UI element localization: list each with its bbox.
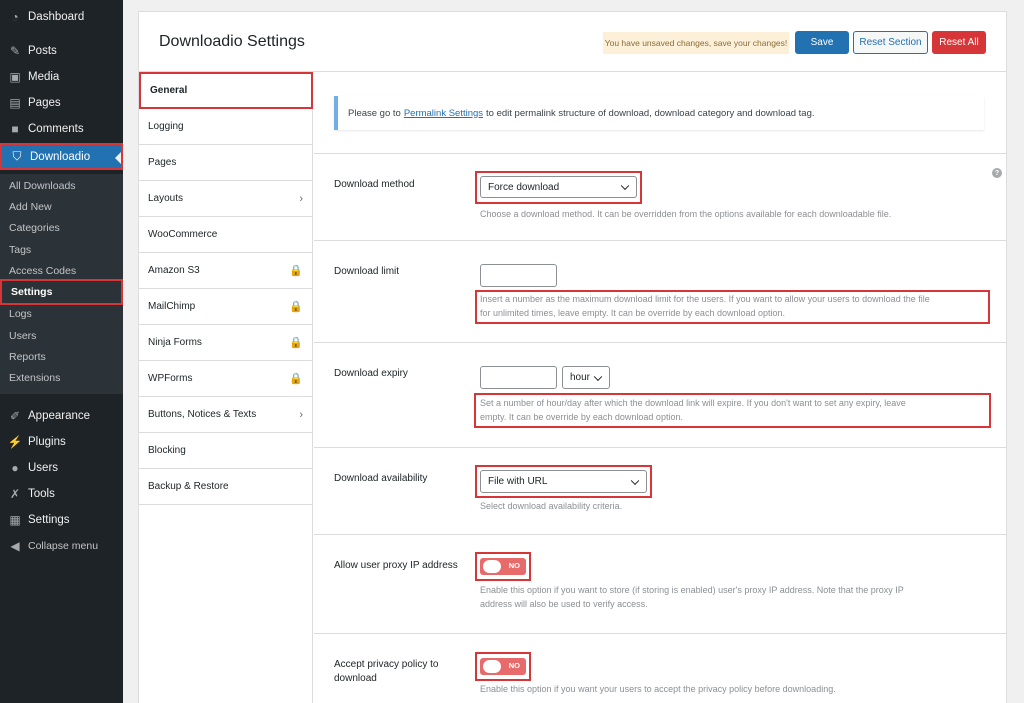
menu-users[interactable]: ● Users: [0, 455, 123, 481]
settings-panel: Downloadio Settings You have unsaved cha…: [138, 11, 1007, 703]
lock-icon: 🔒: [289, 337, 303, 349]
download-availability-desc: Select download availability criteria.: [480, 501, 623, 511]
menu-plugins[interactable]: ⚡ Plugins: [0, 429, 123, 455]
row-download-method: Download method Force download Choose a …: [314, 153, 1006, 241]
download-method-select[interactable]: Force download: [480, 176, 637, 198]
menu-appearance[interactable]: ✐ Appearance: [0, 403, 123, 429]
privacy-policy-label: Accept privacy policy to download: [334, 659, 439, 684]
toggle-knob: [483, 560, 501, 573]
expiry-unit-select[interactable]: hour: [562, 366, 610, 389]
menu-downloadio[interactable]: ⛉ Downloadio: [0, 143, 123, 170]
permalink-notice: Please go to Permalink Settings to edit pe…: [334, 96, 984, 130]
unsaved-changes-notice: You have unsaved changes, save your chan…: [603, 32, 789, 54]
settings-content: Please go to Permalink Settings to edit pe…: [314, 72, 1006, 703]
reset-section-button[interactable]: Reset Section: [853, 31, 928, 54]
lock-icon: 🔒: [289, 301, 303, 313]
submenu-extensions[interactable]: Extensions: [9, 372, 60, 384]
tab-general[interactable]: General: [139, 72, 313, 109]
proxy-ip-label: Allow user proxy IP address: [334, 560, 458, 571]
download-limit-input[interactable]: [480, 264, 557, 287]
submenu-tags[interactable]: Tags: [9, 244, 31, 256]
submenu-categories[interactable]: Categories: [9, 222, 60, 234]
tab-pages[interactable]: Pages: [139, 145, 312, 181]
collapse-icon: ◀: [10, 539, 20, 553]
user-icon: ●: [11, 461, 19, 475]
download-availability-select[interactable]: File with URL: [480, 470, 647, 493]
chevron-right-icon: ›: [299, 408, 303, 421]
privacy-policy-desc: Enable this option if you want your user…: [480, 684, 836, 694]
menu-media[interactable]: ▣ Media: [0, 64, 123, 90]
proxy-ip-desc-1: Enable this option if you want to store …: [480, 585, 904, 595]
help-icon[interactable]: ?: [992, 168, 1002, 178]
downloadio-submenu: All Downloads Add New Categories Tags Ac…: [0, 174, 123, 394]
pin-icon: ✎: [9, 44, 21, 58]
shield-icon: ⛉: [12, 149, 22, 163]
submenu-add-new[interactable]: Add New: [9, 201, 52, 213]
permalink-settings-link[interactable]: Permalink Settings: [404, 108, 483, 119]
submenu-access-codes[interactable]: Access Codes: [9, 265, 76, 277]
tab-buttons-notices-texts[interactable]: Buttons, Notices & Texts ›: [139, 397, 312, 433]
save-button[interactable]: Save: [795, 31, 849, 54]
download-limit-label: Download limit: [334, 266, 400, 277]
download-expiry-desc-1: Set a number of hour/day after which the…: [480, 398, 906, 408]
row-privacy-policy: Accept privacy policy to download NO Enab…: [314, 634, 1006, 703]
row-download-limit: Download limit Insert a number as the ma…: [314, 241, 1006, 343]
menu-pages[interactable]: ▤ Pages: [0, 90, 123, 116]
download-availability-label: Download availability: [334, 473, 428, 484]
collapse-menu[interactable]: ◀ Collapse menu: [0, 533, 123, 559]
download-method-label: Download method: [334, 179, 415, 190]
page-title: Downloadio Settings: [159, 33, 305, 50]
submenu-logs[interactable]: Logs: [9, 308, 32, 320]
chevron-right-icon: ›: [299, 192, 303, 205]
tab-ninja-forms[interactable]: Ninja Forms 🔒: [139, 325, 312, 361]
menu-settings[interactable]: ▦ Settings: [0, 507, 123, 533]
tab-backup-restore[interactable]: Backup & Restore: [139, 469, 312, 505]
download-expiry-input[interactable]: [480, 366, 557, 389]
settings-tabs: General Logging Pages Layouts › WooCommer…: [139, 72, 313, 703]
lock-icon: 🔒: [289, 265, 303, 277]
submenu-reports[interactable]: Reports: [9, 351, 46, 363]
tab-blocking[interactable]: Blocking: [139, 433, 312, 469]
row-download-availability: Download availability File with URL Sele…: [314, 448, 1006, 535]
tab-woocommerce[interactable]: WooCommerce: [139, 217, 312, 253]
tab-mailchimp[interactable]: MailChimp 🔒: [139, 289, 312, 325]
row-download-expiry: Download expiry hour Set a number of hou…: [314, 343, 1006, 448]
plug-icon: ⚡: [7, 435, 23, 449]
pages-icon: ▤: [9, 96, 21, 110]
tab-layouts[interactable]: Layouts ›: [139, 181, 312, 217]
tab-logging[interactable]: Logging: [139, 109, 312, 145]
admin-menu: ◔ Dashboard ✎ Posts ▣ Media ▤ Pages ■ Comment…: [0, 0, 123, 703]
submenu-all-downloads[interactable]: All Downloads: [9, 180, 76, 192]
tab-wpforms[interactable]: WPForms 🔒: [139, 361, 312, 397]
menu-dashboard[interactable]: ◔ Dashboard: [0, 4, 123, 30]
chevron-down-icon: [593, 372, 603, 381]
lock-icon: 🔒: [289, 373, 303, 385]
download-expiry-label: Download expiry: [334, 368, 408, 379]
comment-icon: ■: [11, 122, 19, 136]
menu-posts[interactable]: ✎ Posts: [0, 38, 123, 64]
download-limit-desc-1: Insert a number as the maximum download …: [480, 294, 930, 304]
chevron-down-icon: [630, 476, 640, 485]
settings-header: Downloadio Settings You have unsaved cha…: [139, 12, 1006, 72]
download-limit-desc-2: for unlimited times, leave empty. It can…: [480, 308, 785, 318]
chevron-down-icon: [620, 181, 630, 191]
toggle-knob: [483, 660, 501, 673]
media-icon: ▣: [9, 70, 21, 84]
menu-comments[interactable]: ■ Comments: [0, 116, 123, 142]
brush-icon: ✐: [9, 409, 21, 423]
download-expiry-desc-2: empty. It can be override by each downlo…: [480, 412, 683, 422]
proxy-ip-toggle[interactable]: NO: [480, 558, 526, 575]
submenu-users[interactable]: Users: [9, 330, 36, 342]
submenu-settings[interactable]: Settings: [0, 279, 123, 305]
settings-icon: ▦: [9, 513, 21, 527]
privacy-policy-toggle[interactable]: NO: [480, 658, 526, 675]
wrench-icon: ✗: [9, 487, 21, 501]
reset-all-button[interactable]: Reset All: [932, 31, 986, 54]
tab-amazon-s3[interactable]: Amazon S3 🔒: [139, 253, 312, 289]
proxy-ip-desc-2: address will also be used to verify acce…: [480, 599, 648, 609]
download-method-desc: Choose a download method. It can be over…: [480, 209, 892, 219]
row-proxy-ip: Allow user proxy IP address NO Enable th…: [314, 535, 1006, 634]
dashboard-icon: ◔: [11, 10, 19, 24]
menu-tools[interactable]: ✗ Tools: [0, 481, 123, 507]
